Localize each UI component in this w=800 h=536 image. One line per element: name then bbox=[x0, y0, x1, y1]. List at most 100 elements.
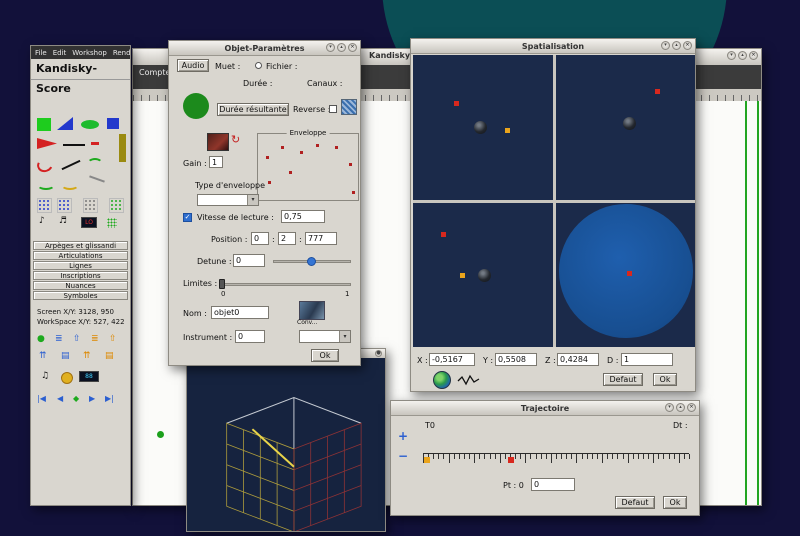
maximize-icon[interactable]: ▴ bbox=[337, 43, 346, 52]
list-icon[interactable]: ≣ bbox=[91, 334, 99, 344]
arrow-up-icon[interactable]: ⇧ bbox=[73, 334, 81, 344]
skip-forward-icon[interactable]: ▶| bbox=[105, 394, 114, 404]
play-marker-icon[interactable]: ◆ bbox=[73, 394, 79, 404]
detune-slider-handle[interactable] bbox=[307, 257, 316, 266]
d-field[interactable]: 1 bbox=[621, 353, 673, 366]
score-green-line[interactable] bbox=[745, 101, 747, 505]
audio-button[interactable]: Audio bbox=[177, 59, 209, 72]
envelope-point[interactable] bbox=[289, 171, 292, 174]
spatial-marker-speaker[interactable] bbox=[623, 117, 636, 130]
music-note-icon[interactable]: ♪ bbox=[39, 216, 45, 226]
spatialisation-titlebar[interactable]: Spatialisation ▾ ▴ × bbox=[411, 39, 695, 54]
spatial-zone-circle[interactable] bbox=[559, 204, 693, 338]
x-field[interactable]: -0,5167 bbox=[429, 353, 475, 366]
instrument-select[interactable]: ▾ bbox=[299, 330, 351, 343]
duree-resultante-button[interactable]: Durée résultante bbox=[217, 103, 289, 116]
lcd-display-icon[interactable]: 88 bbox=[79, 371, 99, 382]
envelope-point[interactable] bbox=[349, 163, 352, 166]
ok-button[interactable]: Ok bbox=[663, 496, 687, 509]
chevron-down-icon[interactable]: ▾ bbox=[339, 331, 350, 342]
envelope-point[interactable] bbox=[335, 146, 338, 149]
shape-green-ellipse[interactable] bbox=[81, 120, 99, 129]
shape-yellow-wave[interactable] bbox=[61, 180, 79, 190]
trajectoire-titlebar[interactable]: Trajectoire ▾ ▴ × bbox=[391, 401, 699, 416]
step-forward-icon[interactable]: ▶ bbox=[89, 394, 95, 404]
objet-parametres-window[interactable]: Objet-Paramètres ▾ ▴ × Audio Muet : Fich… bbox=[168, 40, 361, 366]
score-green-line[interactable] bbox=[757, 101, 759, 505]
shape-green-wave[interactable] bbox=[37, 180, 55, 190]
maximize-icon[interactable]: ▴ bbox=[676, 403, 685, 412]
globe-icon[interactable] bbox=[433, 371, 451, 389]
defaut-button[interactable]: Defaut bbox=[615, 496, 655, 509]
spatial-marker-speaker[interactable] bbox=[478, 269, 491, 282]
trajectoire-window[interactable]: Trajectoire ▾ ▴ × T0 Dt : + − Pt : 0 0 D… bbox=[390, 400, 700, 516]
palette-section-arpeges[interactable]: Arpèges et glissandi bbox=[33, 241, 128, 250]
view3d-canvas[interactable] bbox=[187, 358, 385, 531]
conv-thumbnail[interactable] bbox=[299, 301, 325, 320]
shape-red-dash[interactable] bbox=[91, 142, 99, 145]
shape-green-minidots[interactable] bbox=[107, 218, 117, 228]
position-x-field[interactable]: 0 bbox=[251, 232, 269, 245]
skip-back-icon[interactable]: |◀ bbox=[37, 394, 46, 404]
close-icon[interactable]: ● bbox=[375, 350, 382, 357]
chevron-down-icon[interactable]: ▾ bbox=[247, 195, 258, 205]
close-icon[interactable]: × bbox=[749, 51, 758, 60]
envelope-point[interactable] bbox=[268, 181, 271, 184]
palette-window[interactable]: File Edit Workshop Rendus Prefere Kandis… bbox=[30, 45, 131, 506]
palette-section-lignes[interactable]: Lignes bbox=[33, 261, 128, 270]
record-dot-icon[interactable]: ● bbox=[37, 334, 45, 344]
waveform-icon[interactable] bbox=[457, 373, 481, 387]
shape-red-triangle[interactable] bbox=[37, 138, 57, 149]
trajectory-marker-orange[interactable] bbox=[424, 457, 430, 463]
maximize-icon[interactable]: ▴ bbox=[672, 41, 681, 50]
add-point-button[interactable]: + bbox=[398, 429, 408, 443]
ok-button[interactable]: Ok bbox=[311, 349, 339, 362]
arrow-up-icon[interactable]: ⇧ bbox=[109, 334, 117, 344]
position-y-field[interactable]: 2 bbox=[278, 232, 296, 245]
music-notes-icon[interactable]: ♬ bbox=[59, 216, 67, 226]
refresh-icon[interactable]: ↻ bbox=[231, 133, 240, 146]
palette-section-articulations[interactable]: Articulations bbox=[33, 251, 128, 260]
y-field[interactable]: 0,5508 bbox=[495, 353, 537, 366]
envelope-groupbox[interactable]: Enveloppe bbox=[257, 133, 359, 201]
ok-button[interactable]: Ok bbox=[653, 373, 677, 386]
envelope-point[interactable] bbox=[352, 191, 355, 194]
notes-icon[interactable]: ♫ bbox=[41, 371, 49, 381]
minimize-icon[interactable]: ▾ bbox=[326, 43, 335, 52]
envelope-point[interactable] bbox=[266, 156, 269, 159]
envelope-type-select[interactable]: ▾ bbox=[197, 194, 259, 206]
shape-blue-rect[interactable] bbox=[107, 118, 119, 129]
trajectoire-ruler[interactable] bbox=[423, 453, 689, 466]
spatial-marker-red[interactable] bbox=[627, 271, 632, 276]
limites-slider-handle[interactable] bbox=[219, 279, 225, 289]
menu-item-edit[interactable]: Edit bbox=[53, 49, 67, 57]
menu-item-file[interactable]: File bbox=[35, 49, 47, 57]
envelope-point[interactable] bbox=[300, 151, 303, 154]
channels-icon[interactable] bbox=[341, 99, 357, 115]
shape-olive-bar[interactable] bbox=[119, 134, 126, 162]
limites-slider-track[interactable] bbox=[219, 283, 351, 286]
minimize-icon[interactable]: ▾ bbox=[661, 41, 670, 50]
palette-section-symboles[interactable]: Symboles bbox=[33, 291, 128, 300]
coin-icon[interactable] bbox=[61, 372, 73, 384]
view3d-window[interactable]: ● bbox=[186, 348, 386, 532]
menu-item-rendus[interactable]: Rendus bbox=[113, 49, 130, 57]
spatial-field[interactable] bbox=[413, 55, 695, 347]
maximize-icon[interactable]: ▴ bbox=[738, 51, 747, 60]
spatial-marker-speaker[interactable] bbox=[474, 121, 487, 134]
reverse-checkbox[interactable] bbox=[329, 105, 337, 113]
close-icon[interactable]: × bbox=[683, 41, 692, 50]
envelope-canvas[interactable] bbox=[260, 138, 356, 198]
spatial-marker-red[interactable] bbox=[441, 232, 446, 237]
trajectory-marker-red[interactable] bbox=[508, 457, 514, 463]
waveform-thumbnail[interactable] bbox=[207, 133, 229, 151]
list-icon[interactable]: ≣ bbox=[55, 334, 63, 344]
shape-red-arc[interactable] bbox=[35, 156, 55, 175]
vitesse-checkbox[interactable]: ✓ bbox=[183, 213, 192, 222]
spatial-marker-red[interactable] bbox=[655, 89, 660, 94]
step-back-icon[interactable]: ◀ bbox=[57, 394, 63, 404]
grid-icon[interactable]: ▤ bbox=[61, 351, 70, 361]
shape-black-line[interactable] bbox=[63, 144, 85, 146]
menu-item-workshop[interactable]: Workshop bbox=[72, 49, 107, 57]
shape-green-square[interactable] bbox=[37, 118, 51, 131]
